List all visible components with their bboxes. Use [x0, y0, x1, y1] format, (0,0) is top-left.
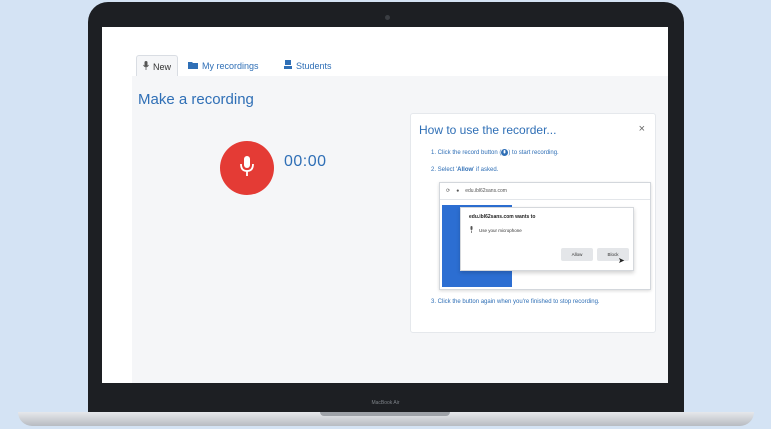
- tab-new[interactable]: New: [136, 55, 179, 78]
- tab-bar: New My recordings Students: [132, 53, 668, 78]
- laptop-hinge: [88, 385, 684, 413]
- tab-my-recordings[interactable]: My recordings: [188, 55, 259, 76]
- help-panel: How to use the recorder... × 1. Click th…: [410, 113, 656, 333]
- help-step-1: 1. Click the record button ( ) to start r…: [431, 148, 559, 158]
- webcam: [385, 15, 390, 20]
- tab-new-label: New: [153, 61, 172, 72]
- microphone-icon: [143, 61, 149, 72]
- page-title: Make a recording: [138, 91, 254, 108]
- permission-text: Use your microphone: [479, 227, 522, 233]
- help-step-1-text-a: 1. Click the record button (: [431, 150, 502, 157]
- help-title: How to use the recorder...: [419, 123, 557, 137]
- microphone-icon: [239, 155, 255, 182]
- help-step-2: 2. Select 'Allow' if asked.: [431, 166, 498, 175]
- browser-permission-illustration: ⟳ ● edu.ibl62sans.com edu.ibl62sans.com …: [439, 182, 651, 290]
- reload-icon: ⟳: [446, 188, 451, 194]
- lock-icon: ●: [456, 188, 460, 194]
- browser-url: edu.ibl62sans.com: [465, 188, 507, 194]
- student-icon: [284, 60, 292, 71]
- help-step-2-allow: Allow: [457, 167, 474, 173]
- laptop-notch: [320, 412, 450, 416]
- close-icon[interactable]: ×: [639, 123, 645, 135]
- permission-dialog: edu.ibl62sans.com wants to Use your micr…: [460, 207, 634, 271]
- browser-address-bar: ⟳ ● edu.ibl62sans.com: [440, 183, 650, 200]
- permission-dialog-title: edu.ibl62sans.com wants to: [469, 214, 536, 220]
- tab-students-label: Students: [296, 60, 332, 71]
- help-step-2-text-b: ' if asked.: [473, 167, 499, 173]
- allow-button: Allow: [561, 248, 593, 261]
- permission-row: Use your microphone: [469, 226, 522, 234]
- laptop-model-label: MacBook Air: [371, 400, 400, 406]
- recording-timer: 00:00: [284, 153, 327, 170]
- laptop-screen: New My recordings Students Make a record…: [102, 27, 668, 383]
- help-step-2-text-a: 2. Select ': [431, 167, 458, 173]
- help-step-3: 3. Click the button again when you're fi…: [431, 299, 600, 305]
- cursor-icon: ➤: [618, 256, 625, 265]
- microphone-icon: [469, 226, 474, 234]
- record-button[interactable]: [220, 141, 274, 195]
- folder-icon: [188, 61, 198, 71]
- help-step-1-text-b: ) to start recording.: [508, 150, 559, 157]
- tab-students[interactable]: Students: [284, 55, 332, 76]
- tab-my-recordings-label: My recordings: [202, 60, 259, 71]
